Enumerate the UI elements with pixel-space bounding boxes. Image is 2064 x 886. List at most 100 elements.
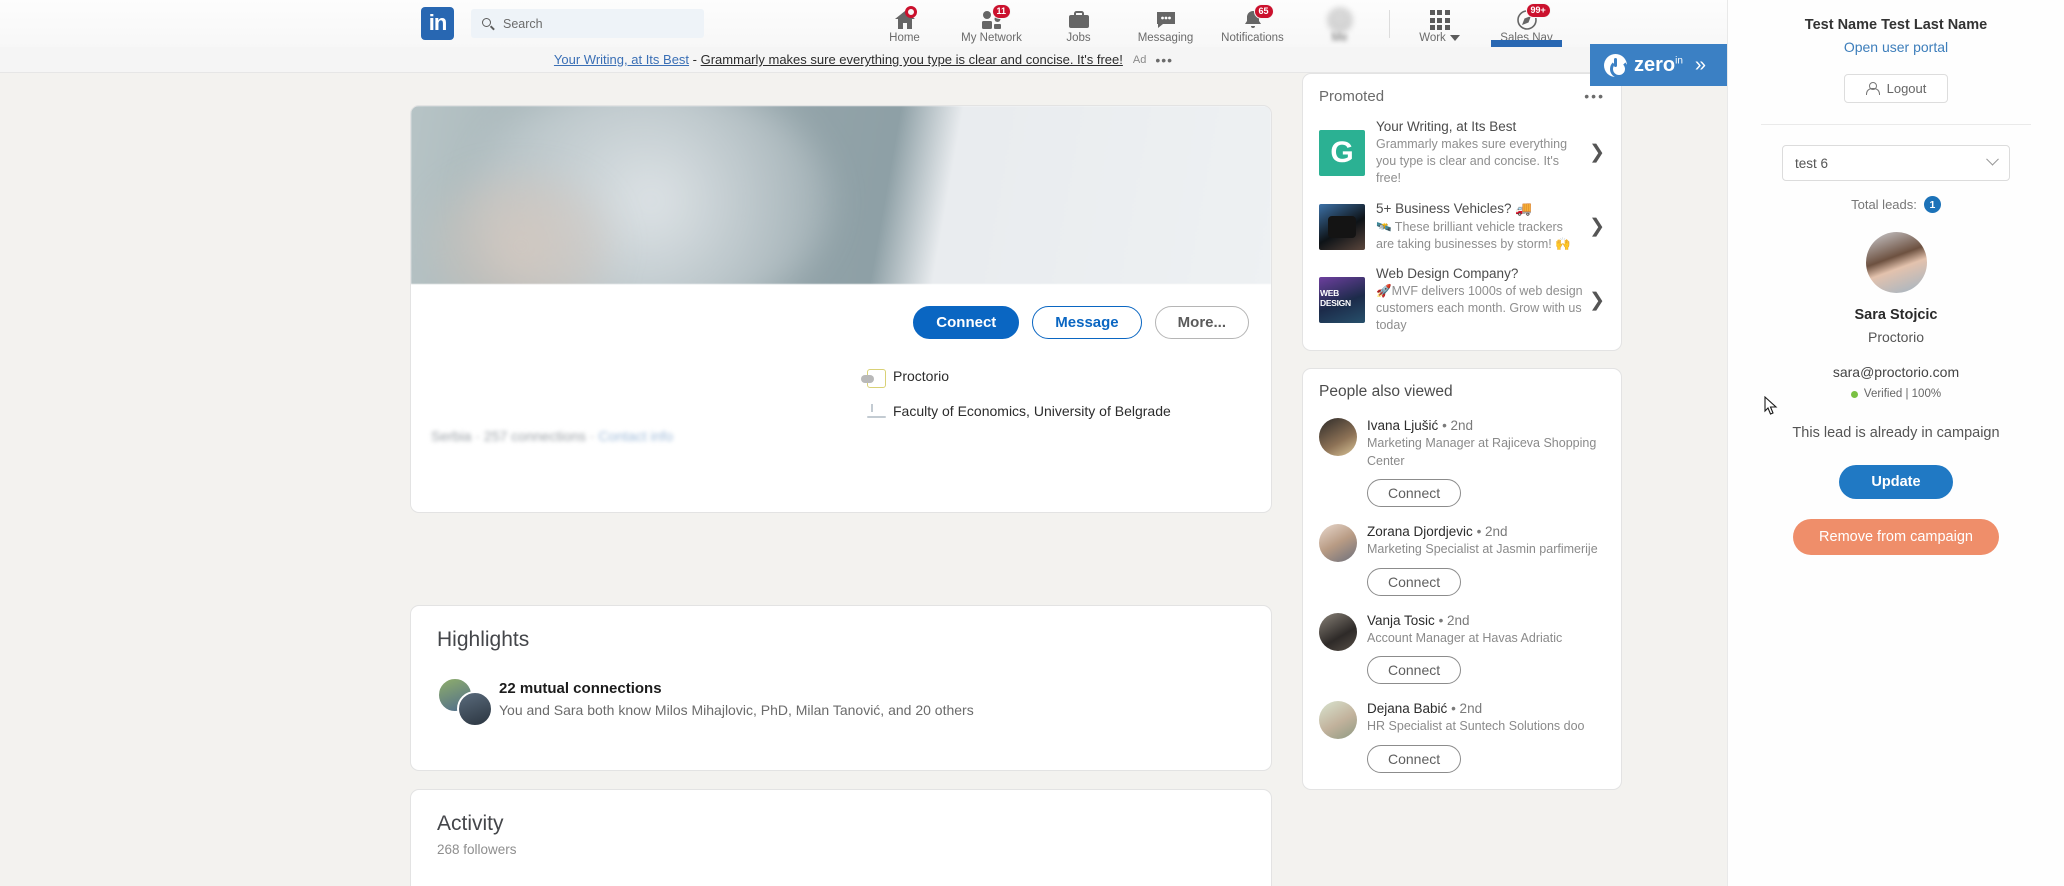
nav-left-group: in Search xyxy=(421,7,704,40)
chevron-right-icon[interactable]: ❯ xyxy=(1589,141,1605,164)
promoted-item-title: Your Writing, at Its Best xyxy=(1376,119,1517,134)
vehicle-tracker-thumbnail xyxy=(1319,203,1365,250)
connect-button[interactable]: Connect xyxy=(1367,567,1462,596)
promoted-item[interactable]: WEB DESIGN Web Design Company? 🚀MVF deli… xyxy=(1319,266,1605,334)
connect-button[interactable]: Connect xyxy=(913,306,1020,339)
list-item[interactable]: Dejana Babić • 2nd HR Specialist at Sunt… xyxy=(1319,701,1605,773)
home-icon xyxy=(894,6,917,32)
nav-item-work[interactable]: Work xyxy=(1396,0,1483,47)
avatar xyxy=(1319,701,1357,739)
right-rail: Promoted ••• G Your Writing, at Its Best… xyxy=(1302,73,1622,790)
promoted-title: Promoted xyxy=(1319,88,1385,105)
ad-body-text: Grammarly makes sure everything you type… xyxy=(700,52,1123,67)
list-item[interactable]: Ivana Ljušić • 2nd Marketing Manager at … xyxy=(1319,418,1605,507)
search-input[interactable]: Search xyxy=(471,9,704,38)
person-name: Dejana Babić • 2nd xyxy=(1367,701,1483,716)
nav-item-my-network[interactable]: 11 My Network xyxy=(948,0,1035,47)
chevron-right-icon[interactable]: ❯ xyxy=(1589,289,1605,312)
person-role: Marketing Specialist at Jasmin parfimeri… xyxy=(1367,542,1598,556)
education-icon xyxy=(859,402,893,418)
person-name: Ivana Ljušić • 2nd xyxy=(1367,418,1474,433)
education-name: Faculty of Economics, University of Belg… xyxy=(893,403,1171,419)
contact-info-link[interactable]: Contact info xyxy=(598,428,673,444)
chevron-down-icon xyxy=(1986,152,1999,166)
avatar xyxy=(1326,7,1353,33)
logout-button[interactable]: Logout xyxy=(1843,74,1949,103)
nav-item-messaging[interactable]: Messaging xyxy=(1122,0,1209,47)
nav-item-sales-nav[interactable]: 99+ Sales Nav xyxy=(1483,0,1570,47)
mouse-cursor xyxy=(1764,396,1778,415)
status-dot-icon xyxy=(1850,390,1858,398)
zeroin-extension-badge[interactable]: zeroin » xyxy=(1590,44,1727,86)
promoted-item[interactable]: 5+ Business Vehicles? 🚚 🛰️ These brillia… xyxy=(1319,201,1605,253)
person-name: Vanja Tosic • 2nd xyxy=(1367,612,1470,628)
ad-headline-link[interactable]: Your Writing, at Its Best xyxy=(554,52,689,67)
list-item[interactable]: Zorana Djordjevic • 2nd Marketing Specia… xyxy=(1319,524,1605,596)
campaign-select[interactable]: test 6 xyxy=(1782,145,2010,181)
company-row[interactable]: Proctorio xyxy=(859,367,1249,388)
divider xyxy=(1761,124,2031,125)
connect-button[interactable]: Connect xyxy=(1367,744,1462,773)
avatar xyxy=(1319,612,1357,651)
sales-nav-badge: 99+ xyxy=(1525,3,1551,18)
connect-button[interactable]: Connect xyxy=(1367,479,1462,507)
bell-icon: 65 xyxy=(1242,4,1274,32)
mutual-count: 22 mutual connections xyxy=(499,680,662,697)
nav-label-notifications: Notifications xyxy=(1221,32,1284,44)
campaign-selected-value: test 6 xyxy=(1795,155,1829,171)
promoted-card: Promoted ••• G Your Writing, at Its Best… xyxy=(1302,73,1622,351)
expand-chevron-icon[interactable]: » xyxy=(1695,54,1706,77)
remove-from-campaign-button[interactable]: Remove from campaign xyxy=(1793,519,1999,555)
search-icon xyxy=(481,17,495,31)
sales-nav-underline xyxy=(1491,40,1562,47)
activity-followers: 268 followers xyxy=(437,842,517,857)
ad-text: Your Writing, at Its Best - Grammarly ma… xyxy=(554,52,1123,67)
nav-item-home[interactable]: Home xyxy=(861,0,948,47)
top-ad-banner[interactable]: Your Writing, at Its Best - Grammarly ma… xyxy=(0,47,1727,73)
extension-sidebar: Test Name Test Last Name Open user porta… xyxy=(1727,0,2064,886)
lead-avatar xyxy=(1865,232,1927,293)
extension-user-name: Test Name Test Last Name xyxy=(1804,17,1988,33)
nav-item-notifications[interactable]: 65 Notifications xyxy=(1209,0,1296,47)
open-user-portal-link[interactable]: Open user portal xyxy=(1844,39,1948,55)
grammarly-logo-icon: G xyxy=(1319,129,1365,176)
mutual-names: You and Sara both know Milos Mihajlovic,… xyxy=(499,702,974,718)
people-also-viewed-title: People also viewed xyxy=(1319,383,1453,400)
mutual-connections-row[interactable]: 22 mutual connections You and Sara both … xyxy=(437,677,1245,727)
zeroin-label: zeroin xyxy=(1634,53,1683,76)
profile-meta: Proctorio Faculty of Economics, Universi… xyxy=(859,367,1249,435)
more-button[interactable]: More... xyxy=(1154,306,1249,339)
lead-verification: Verified | 100% xyxy=(1850,388,1942,400)
promoted-more-icon[interactable]: ••• xyxy=(1584,88,1605,104)
nav-label-me: Me xyxy=(1331,32,1348,44)
nav-item-jobs[interactable]: Jobs xyxy=(1035,0,1122,47)
promoted-item-title: Web Design Company? xyxy=(1376,266,1519,282)
mutual-avatars xyxy=(437,677,499,727)
highlights-card: Highlights 22 mutual connections You and… xyxy=(410,605,1272,771)
ad-more-options-icon[interactable]: ••• xyxy=(1155,52,1173,68)
person-name: Zorana Djordjevic • 2nd xyxy=(1367,524,1508,539)
nav-item-me[interactable]: Me xyxy=(1296,0,1383,47)
profile-cover-photo xyxy=(411,106,1271,284)
message-button[interactable]: Message xyxy=(1032,306,1142,339)
linkedin-profile-page: in Search Home 11 My Network Jobs Messag… xyxy=(0,0,2064,886)
education-row[interactable]: Faculty of Economics, University of Belg… xyxy=(859,402,1249,421)
promoted-item[interactable]: G Your Writing, at Its Best Grammarly ma… xyxy=(1319,119,1605,187)
linkedin-logo-icon[interactable]: in xyxy=(421,7,454,40)
connect-button[interactable]: Connect xyxy=(1367,656,1462,684)
verification-text: Verified | 100% xyxy=(1863,388,1942,400)
lead-campaign-status: This lead is already in campaign xyxy=(1792,425,2000,441)
profile-details: Connect Message More... Proctorio Facult… xyxy=(411,284,1271,512)
update-button[interactable]: Update xyxy=(1839,465,1953,499)
profile-location: Serbia xyxy=(431,428,472,444)
nav-label-jobs: Jobs xyxy=(1066,32,1091,44)
search-placeholder: Search xyxy=(503,16,543,31)
chevron-right-icon[interactable]: ❯ xyxy=(1589,215,1605,238)
promoted-header: Promoted ••• xyxy=(1319,88,1605,105)
grid-icon xyxy=(1429,8,1450,32)
list-item[interactable]: Vanja Tosic • 2nd Account Manager at Hav… xyxy=(1319,612,1605,684)
profile-card: Connect Message More... Proctorio Facult… xyxy=(410,105,1272,513)
activity-body: Activity 268 followers Posts Sara create… xyxy=(411,790,1271,886)
briefcase-icon xyxy=(1068,8,1090,32)
network-badge: 11 xyxy=(991,4,1012,19)
